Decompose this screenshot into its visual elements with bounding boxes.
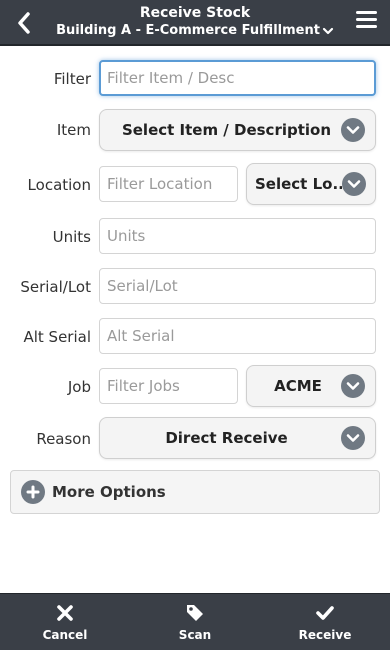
hamburger-menu-icon-line	[356, 18, 377, 21]
plus-circle-icon	[21, 480, 45, 504]
page-title: Receive Stock	[139, 5, 251, 21]
alt-serial-input[interactable]: Alt Serial	[99, 318, 376, 354]
job-label: Job	[67, 378, 91, 396]
serial-lot-input[interactable]: Serial/Lot	[99, 268, 376, 304]
scan-button[interactable]: Scan	[130, 594, 260, 650]
app-header: Receive Stock Building A - E-Commerce Fu…	[0, 0, 390, 46]
location-filter-input[interactable]: Filter Location	[99, 166, 238, 202]
serial-lot-label: Serial/Lot	[20, 278, 91, 296]
units-label: Units	[52, 228, 91, 246]
cancel-button[interactable]: Cancel	[0, 594, 130, 650]
reason-select[interactable]: Direct Receive	[99, 417, 376, 459]
checkmark-icon	[315, 602, 335, 624]
filter-input[interactable]: Filter Item / Desc	[99, 60, 376, 96]
filter-label: Filter	[53, 70, 91, 88]
units-input[interactable]: Units	[99, 218, 376, 254]
chevron-down-icon	[341, 374, 365, 398]
footer-toolbar: Cancel Scan Receive	[0, 593, 390, 650]
chevron-down-icon	[342, 172, 366, 196]
item-label: Item	[56, 121, 91, 139]
receive-button[interactable]: Receive	[260, 594, 390, 650]
scan-label: Scan	[178, 628, 212, 642]
item-select[interactable]: Select Item / Description	[99, 109, 376, 151]
cancel-label: Cancel	[42, 628, 88, 642]
receive-label: Receive	[298, 628, 352, 642]
job-select[interactable]: ACME	[246, 365, 376, 407]
item-select-value: Select Item / Description	[121, 121, 332, 139]
building-name: Building A - E-Commerce Fulfillment	[56, 23, 320, 38]
job-filter-input[interactable]: Filter Jobs	[99, 368, 238, 404]
chevron-down-icon	[322, 27, 334, 34]
reason-label: Reason	[36, 430, 91, 448]
more-options-button[interactable]: More Options	[10, 470, 380, 514]
alt-serial-label: Alt Serial	[23, 328, 91, 346]
back-button[interactable]	[10, 8, 38, 38]
location-select[interactable]: Select Lo...	[246, 163, 376, 205]
chevron-down-icon	[341, 426, 365, 450]
more-options-label: More Options	[52, 483, 166, 501]
hamburger-menu-icon-line	[356, 25, 377, 28]
tag-icon	[185, 602, 205, 624]
chevron-down-icon	[341, 118, 365, 142]
hamburger-menu-icon	[356, 11, 377, 14]
location-select-value: Select Lo...	[255, 175, 342, 193]
back-arrow-icon	[18, 12, 30, 34]
close-icon	[56, 602, 74, 624]
location-label: Location	[27, 176, 91, 194]
job-select-value: ACME	[274, 377, 322, 395]
building-selector[interactable]: Building A - E-Commerce Fulfillment	[50, 22, 340, 40]
reason-select-value: Direct Receive	[165, 429, 288, 447]
hamburger-menu-button[interactable]	[356, 11, 378, 35]
